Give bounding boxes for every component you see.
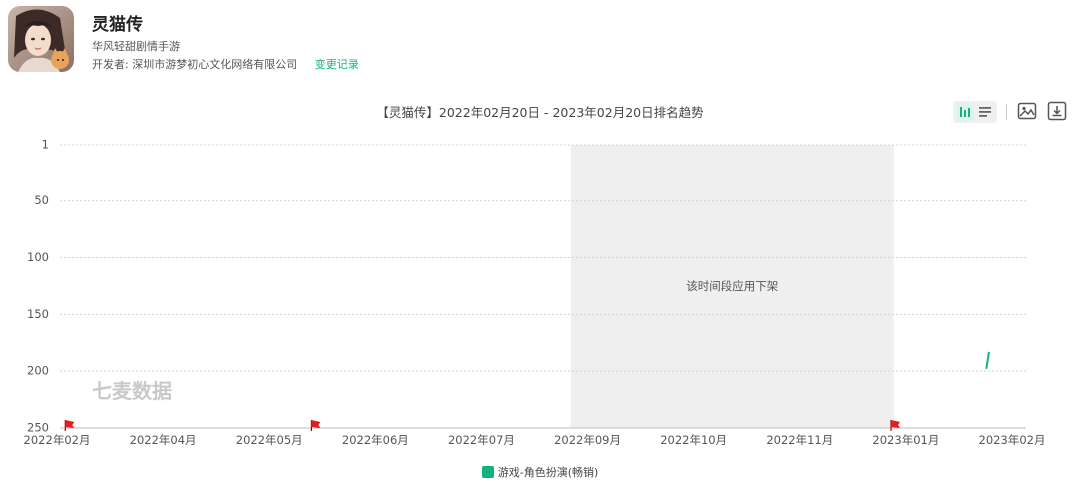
x-tick-label: 2022年04月: [130, 433, 197, 447]
y-tick-label: 100: [27, 250, 49, 264]
delisted-region-label: 该时间段应用下架: [686, 279, 778, 293]
legend-swatch: [481, 466, 494, 478]
x-tick-label: 2022年06月: [342, 433, 409, 447]
watermark: 七麦数据: [92, 379, 172, 403]
x-tick-label: 2023年01月: [872, 433, 939, 447]
x-tick-label: 2022年02月: [24, 433, 91, 447]
event-flag-icon[interactable]: [310, 420, 321, 431]
x-tick-label: 2022年05月: [236, 433, 303, 447]
x-tick-label: 2022年10月: [660, 433, 727, 447]
y-tick-label: 1: [42, 138, 49, 152]
x-tick-label: 2023年02月: [979, 433, 1046, 447]
chart-legend[interactable]: 游戏-角色扮演(畅销): [0, 464, 1080, 480]
rank-trend-chart: 该时间段应用下架1501001502002502022年02月 2022年04月 2…: [24, 138, 1046, 448]
y-tick-label: 200: [27, 364, 49, 378]
y-tick-label: 150: [27, 307, 49, 321]
x-tick-label: 2022年09月: [554, 433, 621, 447]
event-flag-icon[interactable]: [64, 420, 75, 431]
legend-label: 游戏-角色扮演(畅销): [497, 466, 599, 479]
x-tick-label: 2022年11月: [766, 433, 833, 447]
x-tick-label: 2022年07月: [448, 433, 515, 447]
event-flag-icon[interactable]: [890, 420, 901, 431]
series-line: [985, 351, 990, 370]
y-tick-label: 50: [34, 193, 49, 207]
